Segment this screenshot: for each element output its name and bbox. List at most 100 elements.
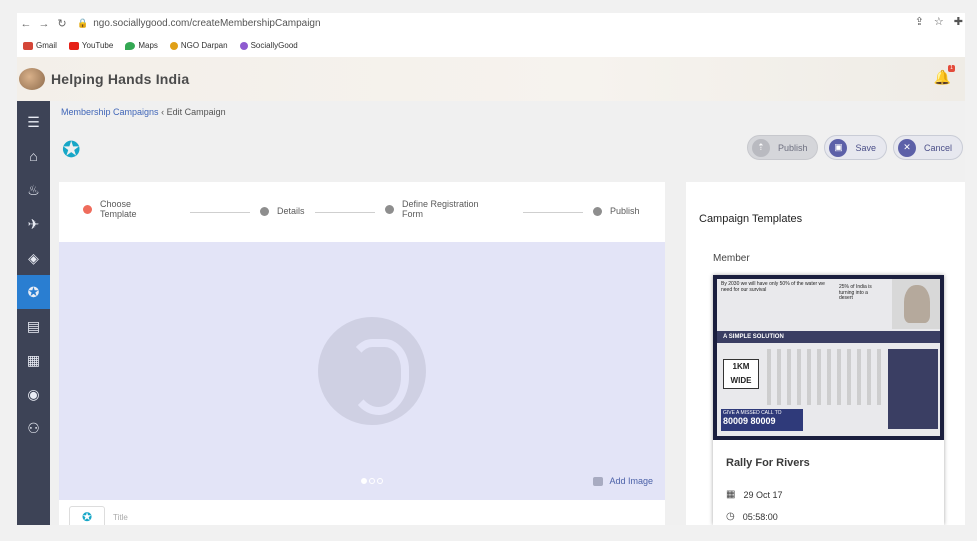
menu-icon[interactable]: ☰ (17, 105, 50, 139)
ngo-icon[interactable]: ▦ (17, 343, 50, 377)
app-title: Helping Hands India (51, 71, 190, 87)
notification-badge: 1 (948, 65, 955, 72)
forward-icon[interactable]: → (35, 18, 53, 30)
star-icon[interactable]: ☆ (934, 15, 944, 28)
home-icon[interactable]: ⌂ (17, 139, 50, 173)
main-content: Membership Campaigns ‹ Edit Campaign ✪ ⇡… (50, 101, 965, 525)
step-label-line2: Form (402, 209, 423, 219)
bookmarks-bar: Gmail YouTube Maps NGO Darpan SociallyGo… (17, 36, 965, 55)
sociallygood-icon (239, 41, 248, 50)
publish-icon: ⇡ (751, 138, 770, 157)
step-connector (523, 212, 583, 213)
save-button[interactable]: ▣ Save (824, 135, 887, 160)
membership-icon[interactable]: ✪ (17, 275, 50, 309)
campaign-logo-icon[interactable]: ✪ (69, 506, 105, 525)
breadcrumb: Membership Campaigns ‹ Edit Campaign (61, 107, 226, 117)
app-header: Helping Hands India 🔔 1 (17, 57, 965, 101)
step-connector (190, 212, 250, 213)
step-details[interactable]: Details (260, 206, 305, 216)
add-image-button[interactable]: Add Image (593, 476, 653, 486)
bookmark-maps[interactable]: Maps (125, 41, 158, 50)
template-name: Rally For Rivers (726, 457, 810, 469)
sidebar: ☰ ⌂ ♨ ✈ ◈ ✪ ▤ ▦ ◉ ⚇ (17, 101, 50, 525)
title-input[interactable]: Title (113, 513, 128, 522)
carousel-dot[interactable] (377, 478, 383, 484)
bookmark-sociallygood[interactable]: SociallyGood (239, 41, 298, 50)
browser-window: ← → ↻ 🔒 ngo.sociallygood.com/createMembe… (17, 13, 965, 525)
poster-stat: 25% of India is turning into a desert (839, 284, 872, 301)
poster-trees-graphic (767, 349, 885, 405)
step-label: Details (277, 206, 305, 216)
step-publish[interactable]: Publish (593, 206, 640, 216)
step-label: Define Registration (402, 199, 479, 209)
membership-badge-icon: ✪ (62, 137, 81, 162)
poster-band: A SIMPLE SOLUTION (717, 331, 940, 343)
step-define-registration-form[interactable]: Define Registration Form (385, 199, 479, 219)
campaign-banner[interactable]: Add Image (59, 242, 665, 500)
reload-icon[interactable]: ↻ (53, 17, 71, 30)
badge-icon[interactable]: ◈ (17, 241, 50, 275)
bookmark-youtube[interactable]: YouTube (68, 41, 113, 50)
campaign-editor-card: Choose Template Details Define Registrati… (59, 182, 665, 525)
cancel-button[interactable]: ✕ Cancel (892, 135, 963, 160)
poster-phone: 80009 80009 (723, 415, 776, 426)
carousel-dot[interactable] (361, 478, 367, 484)
carousel-dots (361, 478, 383, 484)
carousel-dot[interactable] (369, 478, 375, 484)
maps-icon (125, 41, 136, 50)
poster-call: GIVE A MISSED CALL TO 80009 80009 (721, 409, 803, 431)
url-bar: ← → ↻ 🔒 ngo.sociallygood.com/createMembe… (17, 13, 965, 34)
rally-for-rivers-poster: By 2030 we will have only 50% of the wat… (717, 279, 940, 436)
poster-portrait (892, 279, 940, 329)
panel-title: Campaign Templates (699, 213, 803, 225)
breadcrumb-separator: ‹ (161, 107, 165, 117)
poster-km: 1KM WIDE (723, 359, 759, 389)
poster-sidebar (888, 349, 938, 429)
step-label: Choose (100, 199, 132, 209)
back-icon[interactable]: ← (17, 18, 35, 30)
title-row: ✪ Title (69, 506, 128, 525)
ngo-darpan-icon (169, 41, 178, 50)
campaign-icon[interactable]: ✈ (17, 207, 50, 241)
calendar-icon: ▦ (726, 489, 736, 500)
contacts-icon[interactable]: ▤ (17, 309, 50, 343)
campaign-templates-panel: Campaign Templates Member By 2030 we wil… (686, 182, 965, 525)
step-connector (315, 212, 375, 213)
step-indicator (260, 206, 269, 216)
clock-icon: ◷ (726, 511, 735, 522)
step-choose-template[interactable]: Choose Template (83, 199, 137, 219)
step-indicator (593, 206, 602, 216)
template-date: ▦ 29 Oct 17 (726, 489, 783, 500)
stepper: Choose Template Details Define Registrati… (59, 182, 665, 242)
gmail-icon (23, 41, 33, 50)
publish-button[interactable]: ⇡ Publish (746, 135, 819, 160)
poster-headline: By 2030 we will have only 50% of the wat… (721, 281, 825, 293)
template-thumbnail: By 2030 we will have only 50% of the wat… (713, 275, 944, 440)
url-text: ngo.sociallygood.com/createMembershipCam… (93, 18, 321, 29)
step-indicator (385, 204, 394, 214)
action-bar: ⇡ Publish ▣ Save ✕ Cancel (746, 135, 963, 160)
save-icon: ▣ (829, 138, 848, 157)
template-category: Member (713, 253, 750, 264)
share-icon[interactable]: ⇪ (915, 15, 924, 28)
address-field[interactable]: 🔒 ngo.sociallygood.com/createMembershipC… (77, 14, 847, 33)
template-card[interactable]: By 2030 we will have only 50% of the wat… (713, 275, 944, 525)
donation-icon[interactable]: ♨ (17, 173, 50, 207)
csr-icon[interactable]: ◉ (17, 377, 50, 411)
sociallygood-watermark-icon (318, 317, 426, 425)
bookmark-ngo-darpan[interactable]: NGO Darpan (169, 41, 228, 50)
image-icon (593, 476, 604, 486)
lock-icon: 🔒 (77, 18, 89, 28)
breadcrumb-membership-campaigns[interactable]: Membership Campaigns (61, 107, 159, 117)
template-time: ◷ 05:58:00 (726, 511, 778, 522)
step-label: Publish (610, 206, 640, 216)
cancel-icon: ✕ (897, 138, 916, 157)
youtube-icon (68, 41, 79, 50)
bookmark-gmail[interactable]: Gmail (23, 41, 57, 50)
notification-bell-icon[interactable]: 🔔 1 (934, 65, 955, 86)
extensions-icon[interactable]: ✚ (954, 15, 963, 28)
step-label-line2: Template (100, 209, 137, 219)
org-logo (19, 68, 45, 90)
users-icon[interactable]: ⚇ (17, 411, 50, 445)
breadcrumb-current: Edit Campaign (166, 107, 226, 117)
